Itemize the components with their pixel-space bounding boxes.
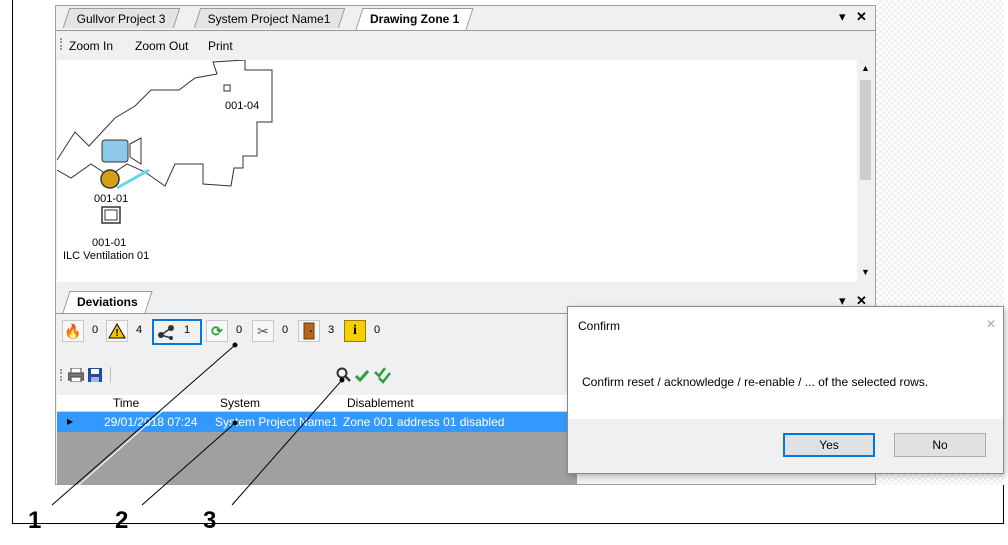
cycle-icon: ⟳ (206, 320, 228, 342)
panel-close-button[interactable]: ✕ (856, 9, 867, 25)
drawing-vertical-scrollbar[interactable]: ▲ ▼ (857, 60, 874, 282)
no-button[interactable]: No (894, 433, 986, 457)
module-label: 001-01 (92, 237, 127, 249)
zone-outline (57, 60, 273, 187)
fault-counter-button[interactable]: 1 (152, 319, 202, 345)
callout-label-3: 3 (203, 507, 217, 534)
dialog-message: Confirm reset / acknowledge / re-enable … (582, 375, 929, 389)
callout-label-1: 1 (28, 507, 42, 534)
door-counter-button[interactable]: 3 (298, 319, 342, 345)
tab-label: Gullvor Project 3 (76, 12, 166, 26)
grid-header: Time System Disablement (57, 395, 577, 412)
row-disablement-cell: Zone 001 address 01 disabled (343, 415, 505, 429)
door-icon (298, 320, 320, 342)
acknowledge-all-icon[interactable] (374, 366, 392, 384)
info-icon: i (344, 320, 366, 342)
toolbar-grip (60, 369, 63, 381)
column-header-system[interactable]: System (220, 396, 260, 410)
row-selector-icon: ▶ (67, 417, 74, 426)
tab-gullvor-project[interactable]: Gullvor Project 3 (62, 8, 180, 28)
callout-label-2: 2 (115, 507, 129, 534)
deviation-counters: 🔥 0 ! 4 1 ⟳ 0 ✂ 0 3 i 0 (62, 319, 574, 345)
grid-toolbar (56, 364, 576, 388)
dialog-close-button[interactable]: ✕ (986, 317, 996, 331)
row-system-cell: System Project Name1 (215, 415, 338, 429)
save-icon[interactable] (88, 368, 102, 382)
confirm-dialog: Confirm ✕ Confirm reset / acknowledge / … (567, 306, 1004, 474)
tab-label: Deviations (77, 295, 138, 309)
grid-empty-area (57, 432, 577, 484)
camera-lens-icon (129, 137, 142, 165)
ventilation-module-inner (104, 209, 118, 221)
svg-text:!: ! (115, 328, 118, 339)
detector-label: 001-04 (225, 100, 260, 112)
detector-marker (223, 84, 231, 92)
acknowledge-check-icon[interactable] (354, 368, 370, 384)
tab-deviations[interactable]: Deviations (62, 291, 153, 313)
zoom-in-button[interactable]: Zoom In (69, 39, 113, 53)
print-icon[interactable] (67, 367, 85, 383)
toolbar-separator (110, 367, 111, 383)
info-counter-button[interactable]: i 0 (344, 319, 388, 345)
warning-icon: ! (106, 320, 128, 342)
print-button[interactable]: Print (208, 39, 233, 53)
info-count: 0 (374, 324, 381, 336)
column-header-time[interactable]: Time (113, 396, 139, 410)
warning-counter-button[interactable]: ! 4 (106, 319, 150, 345)
dialog-title: Confirm (578, 319, 621, 333)
cycle-counter-button[interactable]: ⟳ 0 (206, 319, 250, 345)
panel-dropdown-button[interactable]: ▾ (839, 9, 846, 25)
smoke-detector-icon (100, 169, 120, 189)
fire-icon: 🔥 (62, 320, 84, 342)
tab-drawing-zone[interactable]: Drawing Zone 1 (355, 8, 474, 30)
module-name-label: ILC Ventilation 01 (63, 250, 150, 262)
fault-count: 1 (184, 324, 191, 336)
warning-count: 4 (136, 324, 143, 336)
device-label: 001-01 (94, 193, 129, 205)
tab-label: Drawing Zone 1 (370, 12, 460, 26)
tab-system-project[interactable]: System Project Name1 (193, 8, 345, 28)
fire-counter-button[interactable]: 🔥 0 (62, 319, 106, 345)
fire-count: 0 (92, 324, 99, 336)
camera-device-icon (101, 139, 129, 163)
device-link-line (116, 168, 150, 190)
tools-counter-button[interactable]: ✂ 0 (252, 319, 296, 345)
cycle-count: 0 (236, 324, 243, 336)
drawing-toolbar: Zoom In Zoom Out Print (56, 31, 875, 59)
toolbar-grip (60, 38, 63, 50)
tools-icon: ✂ (252, 320, 274, 342)
scroll-down-arrow-icon[interactable]: ▼ (861, 267, 870, 277)
door-count: 3 (328, 324, 335, 336)
tab-label: System Project Name1 (207, 12, 331, 26)
scrollbar-thumb[interactable] (860, 80, 871, 180)
floor-plan (57, 60, 273, 224)
zoom-out-button[interactable]: Zoom Out (135, 39, 188, 53)
tools-count: 0 (282, 324, 289, 336)
scroll-up-arrow-icon[interactable]: ▲ (861, 63, 870, 73)
yes-button[interactable]: Yes (783, 433, 875, 457)
row-time-cell: 29/01/2018 07:24 (104, 415, 198, 429)
drawing-canvas[interactable]: 001-04 001-01 001-01 ILC Ventilation 01 (57, 60, 857, 282)
table-row[interactable]: ▶ 29/01/2018 07:24 System Project Name1 … (57, 412, 577, 432)
fault-icon (155, 321, 177, 343)
tab-strip: Gullvor Project 3 System Project Name1 D… (56, 6, 875, 31)
search-icon[interactable] (336, 367, 352, 383)
column-header-disablement[interactable]: Disablement (347, 396, 414, 410)
